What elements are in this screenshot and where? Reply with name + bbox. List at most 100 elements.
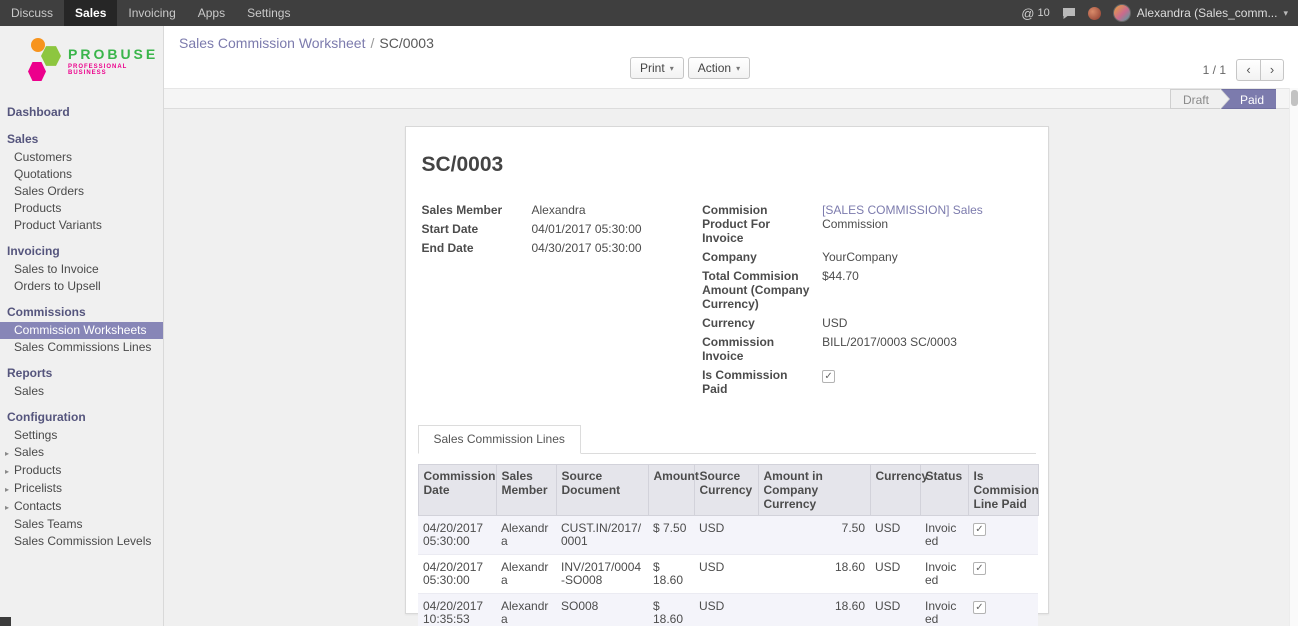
line-paid-checkbox: ✓	[973, 601, 986, 614]
mention-count: 10	[1037, 7, 1049, 19]
caret-down-icon: ▾	[736, 64, 740, 73]
sidebar-heading-dashboard[interactable]: Dashboard	[0, 102, 163, 122]
field-company: Company YourCompany	[702, 250, 1031, 264]
col-sales-member[interactable]: Sales Member	[496, 465, 556, 516]
company-link[interactable]: YourCompany	[822, 250, 1031, 264]
menu-sales[interactable]: Sales	[64, 0, 117, 26]
sidebar-item-sales-commission-levels[interactable]: Sales Commission Levels	[0, 533, 163, 550]
messages-icon[interactable]	[1062, 7, 1076, 20]
sidebar-heading-reports[interactable]: Reports	[0, 363, 163, 383]
probuse-logo[interactable]: PROBUSE PROFESSIONAL BUSINESS	[0, 26, 163, 94]
cell-date: 04/20/2017 05:30:00	[418, 555, 496, 594]
field-start-date: Start Date 04/01/2017 05:30:00	[422, 222, 703, 236]
sidebar-item-config-settings[interactable]: Settings	[0, 427, 163, 444]
caret-down-icon: ▾	[1283, 8, 1288, 19]
tray-icon[interactable]	[1088, 7, 1101, 20]
sidebar-item-config-pricelists[interactable]: ▸Pricelists	[0, 480, 163, 498]
field-label: Currency	[702, 316, 822, 330]
main-content: Sales Commission Worksheet / SC/0003 Print…	[164, 26, 1298, 626]
topbar-systray: @ 10 Alexandra (Sales_comm... ▾	[1021, 0, 1298, 26]
menu-invoicing[interactable]: Invoicing	[117, 0, 186, 26]
notebook-tabs: Sales Commission Lines	[418, 425, 1036, 454]
sidebar-item-config-products[interactable]: ▸Products	[0, 462, 163, 480]
col-commission-date[interactable]: Commission Date	[418, 465, 496, 516]
field-label: Company	[702, 250, 822, 264]
cell-amount: $ 7.50	[648, 516, 694, 555]
status-draft[interactable]: Draft	[1170, 89, 1221, 109]
sidebar-item-reports-sales[interactable]: Sales	[0, 383, 163, 400]
sidebar-item-product-variants[interactable]: Product Variants	[0, 217, 163, 234]
table-row[interactable]: 04/20/2017 05:30:00 Alexandra CUST.IN/20…	[418, 516, 1038, 555]
action-button[interactable]: Action▾	[688, 57, 750, 79]
cell-member: Alexandra	[496, 555, 556, 594]
commission-product-value: [SALES COMMISSION] Sales Commission	[822, 203, 1031, 245]
form-sheet: SC/0003 Sales Member Alexandra Start Dat…	[405, 126, 1049, 614]
scrollbar-thumb[interactable]	[1291, 90, 1298, 106]
sidebar-item-config-sales[interactable]: ▸Sales	[0, 444, 163, 462]
sidebar-section-invoicing: Sales to Invoice Orders to Upsell	[0, 261, 163, 295]
pager: 1 / 1 ‹ ›	[1203, 59, 1284, 81]
sidebar-item-sales-teams[interactable]: Sales Teams	[0, 516, 163, 533]
control-panel: Sales Commission Worksheet/SC/0003 Print…	[164, 26, 1298, 88]
sidebar-item-orders-to-upsell[interactable]: Orders to Upsell	[0, 278, 163, 295]
col-currency[interactable]: Currency	[870, 465, 920, 516]
sidebar-heading-configuration[interactable]: Configuration	[0, 407, 163, 427]
breadcrumb-separator: /	[370, 35, 374, 51]
sidebar-item-sales-to-invoice[interactable]: Sales to Invoice	[0, 261, 163, 278]
field-commission-product: Commision Product For Invoice [SALES COM…	[702, 203, 1031, 245]
cell-currency: USD	[870, 555, 920, 594]
menu-settings[interactable]: Settings	[236, 0, 301, 26]
col-amount-company-currency[interactable]: Amount in Company Currency	[758, 465, 870, 516]
cell-doc: INV/2017/0004-SO008	[556, 555, 648, 594]
col-source-currency[interactable]: Source Currency	[694, 465, 758, 516]
record-title: SC/0003	[422, 153, 1032, 177]
sidebar-item-commission-worksheets[interactable]: Commission Worksheets	[0, 322, 163, 339]
col-amount[interactable]: Amount	[648, 465, 694, 516]
cell-status: Invoiced	[920, 555, 968, 594]
menu-apps[interactable]: Apps	[187, 0, 236, 26]
col-status[interactable]: Status	[920, 465, 968, 516]
cell-member: Alexandra	[496, 594, 556, 626]
field-label: Commision Product For Invoice	[702, 203, 822, 245]
pager-previous-button[interactable]: ‹	[1236, 59, 1260, 81]
col-is-commission-line-paid[interactable]: Is Commision Line Paid	[968, 465, 1038, 516]
field-end-date: End Date 04/30/2017 05:30:00	[422, 241, 703, 255]
cell-line-paid: ✓	[968, 516, 1038, 555]
sidebar-item-quotations[interactable]: Quotations	[0, 166, 163, 183]
check-icon: ✓	[975, 524, 983, 535]
bottom-left-artifact	[0, 617, 11, 626]
sidebar-heading-invoicing[interactable]: Invoicing	[0, 241, 163, 261]
cell-amount: $ 18.60	[648, 594, 694, 626]
sidebar-item-customers[interactable]: Customers	[0, 149, 163, 166]
logo-circle-shape	[31, 38, 45, 52]
print-button[interactable]: Print▾	[630, 57, 684, 79]
sales-member-link[interactable]: Alexandra	[532, 203, 703, 217]
sidebar-item-sales-orders[interactable]: Sales Orders	[0, 183, 163, 200]
sidebar-item-config-contacts[interactable]: ▸Contacts	[0, 498, 163, 516]
sidebar-item-sales-commissions-lines[interactable]: Sales Commissions Lines	[0, 339, 163, 356]
field-grid: Sales Member Alexandra Start Date 04/01/…	[418, 203, 1036, 401]
user-menu[interactable]: Alexandra (Sales_comm... ▾	[1113, 4, 1288, 22]
commission-invoice-link[interactable]: BILL/2017/0003 SC/0003	[822, 335, 1031, 363]
sidebar-item-label: Pricelists	[14, 481, 62, 495]
sidebar-item-products[interactable]: Products	[0, 200, 163, 217]
table-row[interactable]: 04/20/2017 10:35:53 Alexandra SO008 $ 18…	[418, 594, 1038, 626]
col-source-document[interactable]: Source Document	[556, 465, 648, 516]
table-row[interactable]: 04/20/2017 05:30:00 Alexandra INV/2017/0…	[418, 555, 1038, 594]
end-date-value: 04/30/2017 05:30:00	[532, 241, 703, 255]
currency-link[interactable]: USD	[822, 316, 1031, 330]
field-label: Sales Member	[422, 203, 532, 217]
menu-discuss[interactable]: Discuss	[0, 0, 64, 26]
sidebar-heading-sales[interactable]: Sales	[0, 129, 163, 149]
pager-next-button[interactable]: ›	[1260, 59, 1284, 81]
sidebar-nav: Dashboard Sales Customers Quotations Sal…	[0, 102, 163, 550]
vertical-scrollbar[interactable]	[1289, 88, 1298, 626]
mention-counter[interactable]: @ 10	[1021, 6, 1049, 21]
commission-product-link[interactable]: [SALES COMMISSION] Sales	[822, 203, 983, 217]
tab-sales-commission-lines[interactable]: Sales Commission Lines	[418, 425, 581, 454]
cell-amount-cc: 18.60	[758, 594, 870, 626]
breadcrumb-parent-link[interactable]: Sales Commission Worksheet	[179, 35, 365, 51]
sidebar-heading-commissions[interactable]: Commissions	[0, 302, 163, 322]
field-label: Commission Invoice	[702, 335, 822, 363]
form-area: SC/0003 Sales Member Alexandra Start Dat…	[164, 111, 1289, 626]
